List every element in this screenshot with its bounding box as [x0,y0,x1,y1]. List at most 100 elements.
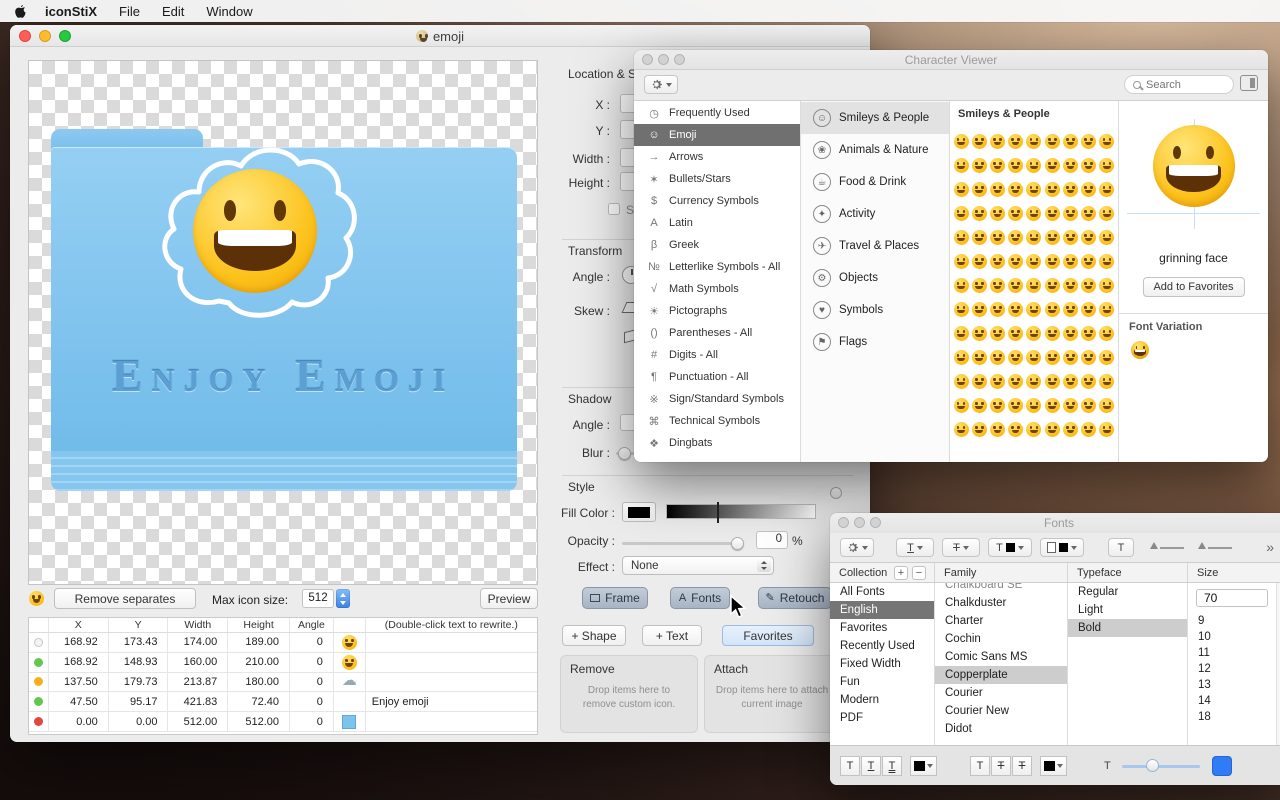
family-item[interactable]: Didot [935,720,1067,738]
opacity-slider[interactable] [622,536,744,550]
emoji-cell[interactable] [970,177,988,201]
emoji-cell[interactable] [1007,345,1025,369]
family-item[interactable]: Chalkboard SE [935,583,1067,594]
emoji-cell[interactable] [1080,225,1098,249]
size-scrollbar[interactable] [1276,583,1280,745]
emoji-cell[interactable] [1043,273,1061,297]
category-item[interactable]: ✈ Travel & Places [801,230,949,262]
text-color-button[interactable]: T [988,538,1032,557]
emoji-cell[interactable] [1025,225,1043,249]
family-item[interactable]: Comic Sans MS [935,648,1067,666]
menu-edit[interactable]: Edit [162,4,184,19]
add-collection-button[interactable]: + [894,566,908,580]
emoji-cell[interactable] [1080,273,1098,297]
category-item[interactable]: ✦ Activity [801,198,949,230]
emoji-cell[interactable] [970,225,988,249]
fill-gradient-slider[interactable] [666,502,816,523]
strikethrough-single-button[interactable]: T [991,756,1011,776]
layer-text[interactable] [366,653,537,672]
favorites-button[interactable]: Favorites [722,625,814,646]
layer-text[interactable] [366,712,537,731]
emoji-cell[interactable] [1080,297,1098,321]
emoji-cell[interactable] [988,129,1006,153]
action-gear-button[interactable] [644,75,678,94]
emoji-cell[interactable] [1043,177,1061,201]
collection-item[interactable]: English [830,601,934,619]
collection-item[interactable]: Modern [830,691,934,709]
column-header-x[interactable]: X [49,618,109,632]
size-item[interactable]: 9 [1188,613,1276,629]
sidebar-item[interactable]: A Latin [634,212,800,234]
fonts-button[interactable]: A Fonts [670,587,730,609]
emoji-cell[interactable] [1043,321,1061,345]
emoji-cell[interactable] [1098,201,1116,225]
emoji-cell[interactable] [1007,249,1025,273]
opacity-slider-knob[interactable] [731,536,744,550]
emoji-cell[interactable] [1025,321,1043,345]
menu-app-name[interactable]: iconStiX [45,4,97,19]
family-item[interactable]: Courier [935,684,1067,702]
emoji-cell[interactable] [1043,225,1061,249]
emoji-cell[interactable] [1098,177,1116,201]
collection-item[interactable]: Recently Used [830,637,934,655]
emoji-cell[interactable] [1043,369,1061,393]
emoji-cell[interactable] [1025,249,1043,273]
emoji-cell[interactable] [970,297,988,321]
emoji-cell[interactable] [1025,417,1043,441]
emoji-cell[interactable] [1043,417,1061,441]
frame-button[interactable]: Frame [582,587,648,609]
emoji-cell[interactable] [1098,345,1116,369]
emoji-cell[interactable] [1098,321,1116,345]
emoji-cell[interactable] [1098,393,1116,417]
emoji-cell[interactable] [1061,201,1079,225]
emoji-cell[interactable] [1098,153,1116,177]
strikethrough-color-well[interactable] [1040,756,1067,776]
family-item[interactable]: Chalkduster [935,594,1067,612]
effect-popup[interactable]: None [622,556,774,575]
sidebar-item[interactable]: # Digits - All [634,344,800,366]
text-shadow-toggle-button[interactable]: T [1108,538,1134,557]
size-item[interactable]: 18 [1188,709,1276,725]
add-to-favorites-button[interactable]: Add to Favorites [1142,277,1245,297]
emoji-cell[interactable] [1098,273,1116,297]
emoji-cell[interactable] [1007,153,1025,177]
emoji-cell[interactable] [1098,225,1116,249]
emoji-cell[interactable] [1043,393,1061,417]
layer-row[interactable]: 47.50 95.17 421.83 72.40 0 Enjoy emoji [29,692,537,713]
emoji-cell[interactable] [952,201,970,225]
emoji-cell[interactable] [1025,369,1043,393]
emoji-cell[interactable] [1080,321,1098,345]
emoji-cell[interactable] [1080,129,1098,153]
emoji-cell[interactable] [1007,225,1025,249]
emoji-cell[interactable] [970,153,988,177]
max-icon-size-stepper[interactable] [336,589,350,608]
emoji-cell[interactable] [1080,201,1098,225]
emoji-cell[interactable] [1007,273,1025,297]
sidebar-item[interactable]: ✶ Bullets/Stars [634,168,800,190]
emoji-cell[interactable] [1080,417,1098,441]
emoji-cell[interactable] [952,225,970,249]
emoji-cell[interactable] [1007,393,1025,417]
fonts-title-bar[interactable]: Fonts [830,513,1280,533]
emoji-cell[interactable] [1098,249,1116,273]
emoji-cell[interactable] [988,345,1006,369]
retouch-button[interactable]: ✎ Retouch [758,587,832,609]
sidebar-item[interactable]: ☀ Pictographs [634,300,800,322]
emoji-cell[interactable] [988,249,1006,273]
typeface-item[interactable]: Light [1068,601,1187,619]
emoji-cell[interactable] [1061,129,1079,153]
emoji-cell[interactable] [952,177,970,201]
emoji-cell[interactable] [988,177,1006,201]
emoji-cell[interactable] [1080,153,1098,177]
emoji-cell[interactable] [1007,177,1025,201]
panel-toggle-icon[interactable] [1240,75,1258,91]
layer-row[interactable]: 137.50 179.73 213.87 180.00 0 [29,671,537,693]
emoji-cell[interactable] [1061,225,1079,249]
menu-window[interactable]: Window [206,4,252,19]
emoji-cell[interactable] [970,201,988,225]
max-icon-size-field[interactable]: 512 [302,589,334,608]
emoji-cell[interactable] [1061,297,1079,321]
underline-double-button[interactable]: T [882,756,902,776]
attach-drop-zone[interactable]: Attach Drop items here to attach current… [704,655,840,733]
emoji-cell[interactable] [970,369,988,393]
